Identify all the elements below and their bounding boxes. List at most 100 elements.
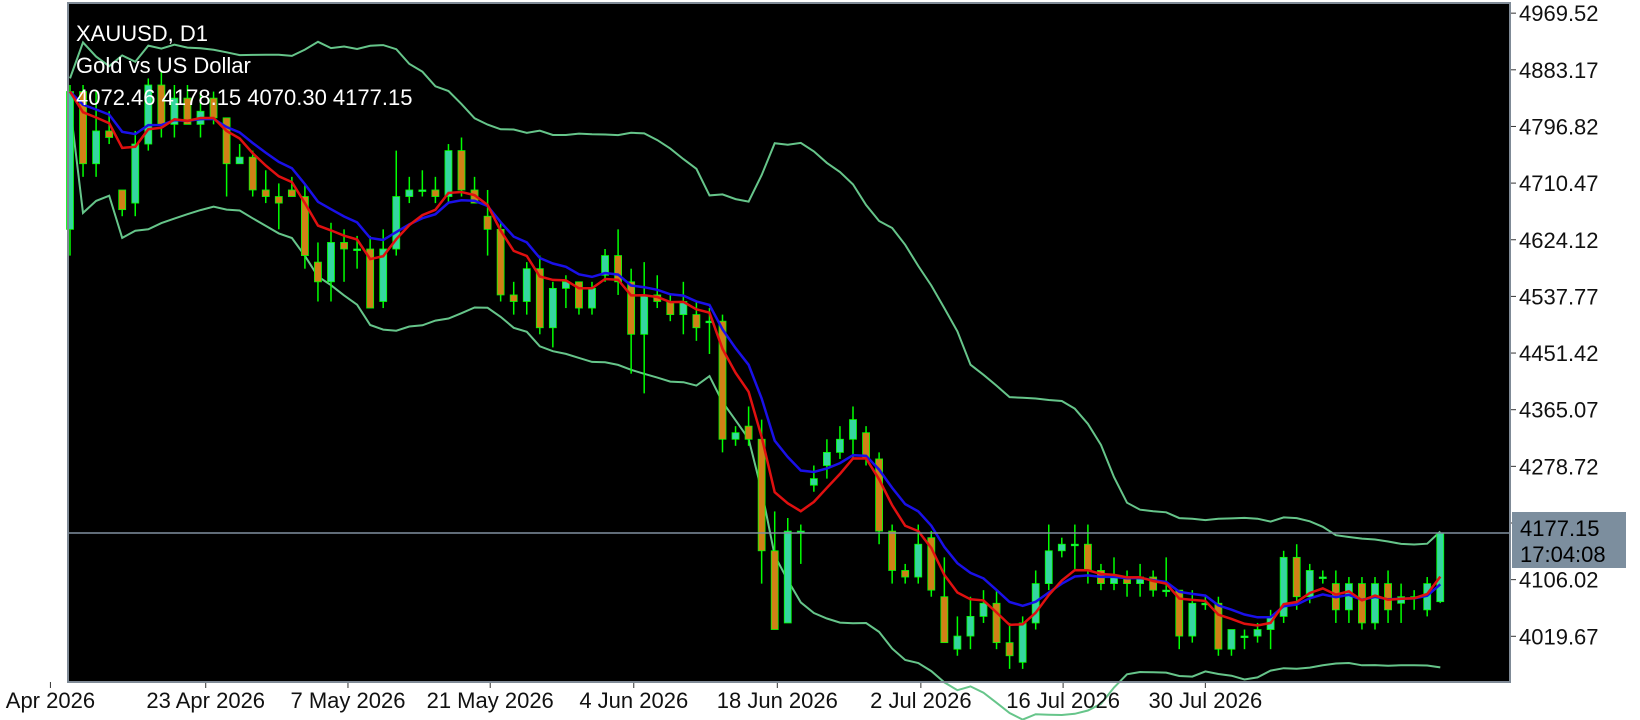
bearish-candle-body: [666, 301, 675, 316]
candle: [718, 314, 727, 453]
bullish-candle-body: [444, 150, 453, 197]
candle: [248, 150, 257, 197]
bearish-candle-body: [757, 438, 766, 552]
bearish-candle-body: [483, 215, 492, 230]
bearish-candle-body: [627, 281, 636, 335]
menu-dot: [1594, 646, 1604, 656]
price-chart[interactable]: 4969.52 4883.17 4796.82 4710.47 4624.12 4537.…: [0, 0, 1640, 720]
price-tick-label: 4106.02: [1519, 568, 1599, 593]
date-tick-label: 30 Jul 2026: [1148, 688, 1262, 713]
bearish-candle-body: [1384, 583, 1392, 611]
bullish-candle-body: [235, 156, 244, 165]
bearish-candle-body: [940, 596, 949, 644]
price-tick-label: 4796.82: [1519, 114, 1599, 139]
bearish-candle-body: [261, 189, 270, 197]
bearish-candle-body: [248, 156, 257, 191]
bearish-candle-body: [1005, 642, 1014, 657]
bearish-candle-body: [118, 189, 127, 211]
bullish-candle-body: [953, 635, 962, 650]
bearish-candle-body: [888, 530, 897, 571]
candle: [927, 531, 936, 597]
price-tick-label: 4710.47: [1519, 171, 1599, 196]
menu-dot: [1556, 646, 1566, 656]
candle: [1371, 577, 1379, 630]
bullish-candle-body: [131, 143, 140, 204]
bullish-candle-body: [966, 615, 975, 637]
bearish-candle-body: [1358, 583, 1366, 624]
bullish-candle-body: [1318, 576, 1327, 579]
price-tick-label: 4883.17: [1519, 58, 1599, 83]
bearish-candle-body: [457, 150, 466, 191]
date-tick-label: 16 Jul 2026: [1006, 688, 1120, 713]
bullish-candle-body: [1240, 635, 1249, 638]
price-tick-label: 4451.42: [1519, 341, 1599, 366]
bullish-candle-body: [1436, 532, 1445, 603]
date-tick-label: 21 May 2026: [427, 688, 554, 713]
bar-countdown-timer: 17:04:08: [1520, 542, 1606, 567]
price-tick-label: 4624.12: [1519, 228, 1599, 253]
bearish-candle-body: [1292, 556, 1301, 598]
bearish-candle-body: [274, 196, 283, 204]
bullish-candle-body: [1253, 629, 1262, 637]
candle: [300, 183, 309, 269]
bullish-candle-body: [823, 451, 831, 466]
bearish-candle-body: [287, 189, 296, 197]
bullish-candle-body: [1018, 622, 1027, 663]
bearish-candle-body: [340, 242, 348, 250]
bullish-candle-body: [640, 294, 649, 335]
date-tick-label: Apr 2026: [6, 688, 95, 713]
bullish-candle-body: [849, 419, 857, 440]
bullish-candle-body: [353, 248, 362, 251]
candle: [1436, 532, 1445, 604]
bearish-candle-body: [509, 294, 518, 302]
bullish-candle-body: [327, 242, 335, 283]
symbol-title: XAUUSD, D1: [76, 21, 208, 46]
price-tick-label: 4278.72: [1519, 454, 1599, 479]
bullish-candle-body: [731, 432, 740, 440]
bearish-candle-body: [692, 314, 701, 329]
bullish-candle-body: [522, 268, 531, 302]
candle: [783, 517, 792, 624]
ohlc-readout: 4072.46 4178.15 4070.30 4177.15: [76, 85, 412, 110]
price-tick-label: 4019.67: [1519, 624, 1599, 649]
date-tick-label: 23 Apr 2026: [146, 688, 265, 713]
bullish-candle-body: [1162, 589, 1171, 593]
bullish-candle-body: [1371, 583, 1379, 624]
more-horizontal-icon[interactable]: [1556, 646, 1604, 656]
chart-window: 4969.52 4883.17 4796.82 4710.47 4624.12 4537.…: [0, 0, 1640, 720]
bullish-candle-body: [1227, 629, 1236, 650]
date-tick-label: 2 Jul 2026: [870, 688, 972, 713]
price-tick-label: 4537.77: [1519, 284, 1599, 309]
bullish-candle-body: [836, 438, 844, 453]
candle: [1358, 577, 1366, 630]
bullish-candle-body: [548, 287, 557, 329]
menu-dot: [1575, 646, 1585, 656]
date-tick-label: 18 Jun 2026: [717, 688, 838, 713]
bullish-candle-body: [92, 130, 100, 165]
current-price-tag: 4177.15 17:04:08: [1512, 512, 1626, 568]
bullish-candle-body: [809, 478, 818, 486]
bullish-candle-body: [405, 189, 414, 197]
bearish-candle-body: [431, 189, 440, 197]
time-axis[interactable]: Apr 2026 23 Apr 2026 7 May 2026 21 May 2026…: [6, 682, 1262, 713]
bullish-candle-body: [979, 602, 988, 617]
bearish-candle-body: [901, 570, 910, 578]
bearish-candle-body: [105, 130, 114, 138]
bullish-candle-body: [588, 287, 596, 309]
candle: [1279, 550, 1288, 623]
bearish-candle-body: [744, 425, 753, 440]
price-tick-label: 4365.07: [1519, 398, 1599, 423]
bearish-candle-body: [1214, 602, 1223, 650]
symbol-description: Gold vs US Dollar: [76, 53, 251, 78]
bullish-candle-body: [783, 530, 792, 624]
bullish-candle-body: [1188, 602, 1197, 637]
bearish-candle-body: [770, 550, 779, 630]
bearish-candle-body: [314, 261, 322, 283]
bullish-candle-body: [418, 189, 427, 192]
bullish-candle-body: [1070, 543, 1079, 547]
current-price-label: 4177.15: [1520, 516, 1600, 541]
bullish-candle-body: [1057, 543, 1066, 552]
date-tick-label: 7 May 2026: [290, 688, 405, 713]
bullish-candle-body: [914, 543, 923, 578]
price-tick-label: 4969.52: [1519, 1, 1599, 26]
